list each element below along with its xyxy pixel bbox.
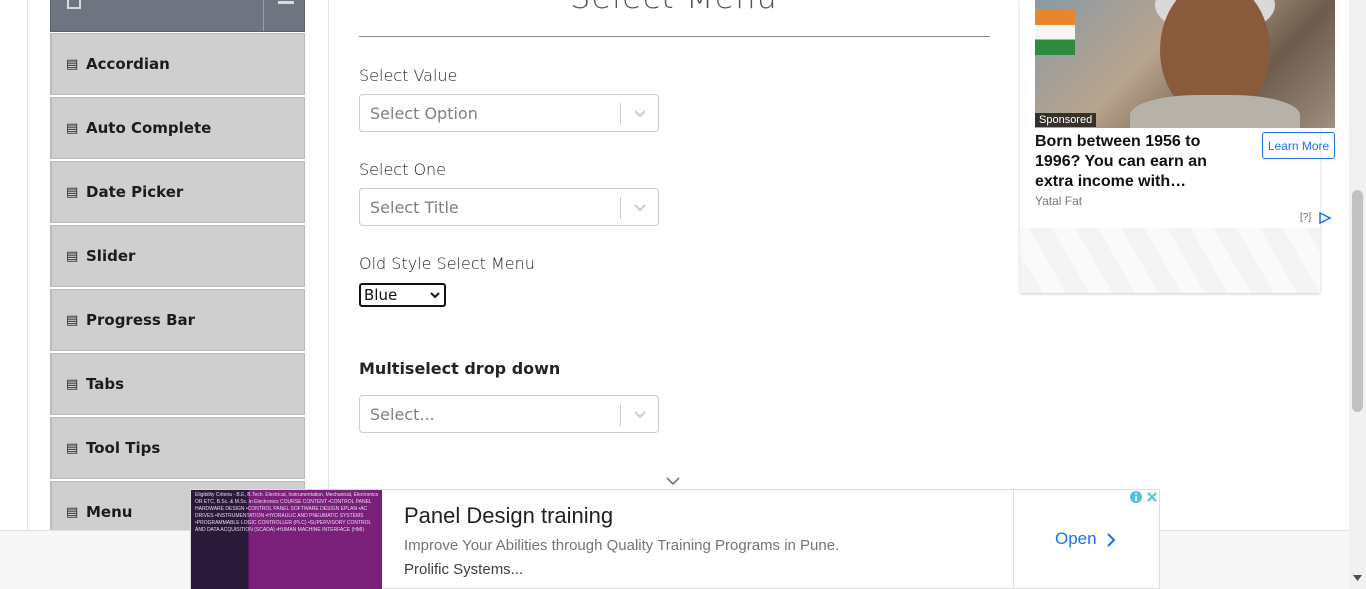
group-icon xyxy=(67,0,81,9)
indicator-separator xyxy=(620,197,621,219)
collapse-ad-chevron-icon[interactable] xyxy=(666,476,680,486)
sidebar-item-label: Date Picker xyxy=(86,183,184,201)
multiselect-placeholder: Select... xyxy=(370,405,435,424)
select-one-placeholder: Select Title xyxy=(370,198,459,217)
sidebar-group-header[interactable] xyxy=(50,0,305,32)
sidebar-item-auto-complete[interactable]: ▤ Auto Complete xyxy=(50,97,305,159)
sidebar-item-label: Tabs xyxy=(86,375,125,393)
ad-choices-label[interactable]: [?] xyxy=(1300,212,1311,223)
chevron-down-icon[interactable] xyxy=(634,201,646,213)
sidebar-item-label: Auto Complete xyxy=(86,119,212,137)
ad-bottom-title[interactable]: Panel Design training xyxy=(404,503,613,529)
ad-background-pattern xyxy=(1020,228,1320,293)
ad-image[interactable] xyxy=(1035,0,1335,128)
old-style-select[interactable]: Blue xyxy=(359,283,446,307)
select-one-label: Select One xyxy=(359,160,447,179)
sidebar-item-slider[interactable]: ▤ Slider xyxy=(50,225,305,287)
page-left-border xyxy=(27,0,28,589)
html5-icon: ▤ xyxy=(66,504,79,520)
sidebar-item-date-picker[interactable]: ▤ Date Picker xyxy=(50,161,305,223)
html5-icon: ▤ xyxy=(66,248,79,264)
indicator-separator xyxy=(620,103,621,125)
sponsored-badge: Sponsored xyxy=(1035,113,1097,127)
multiselect-dropdown[interactable]: Select... xyxy=(359,395,659,433)
close-icon[interactable] xyxy=(1145,490,1159,504)
sidebar-item-label: Slider xyxy=(86,247,136,265)
sidebar-item-tabs[interactable]: ▤ Tabs xyxy=(50,353,305,415)
ad-choices-icon[interactable] xyxy=(1318,212,1332,224)
ad-bottom-image[interactable]: Eligibility Criteria - B.E, B.Tech. Elec… xyxy=(191,490,382,589)
select-value-placeholder: Select Option xyxy=(370,104,478,123)
ad-bottom-description: Improve Your Abilities through Quality T… xyxy=(404,537,840,554)
html5-icon: ▤ xyxy=(66,56,79,72)
ad-image-sweater xyxy=(1130,95,1300,128)
old-style-label: Old Style Select Menu xyxy=(359,254,535,273)
sidebar-item-progress-bar[interactable]: ▤ Progress Bar xyxy=(50,289,305,351)
sidebar-item-label: Accordian xyxy=(86,55,170,73)
select-one-dropdown[interactable]: Select Title xyxy=(359,188,659,226)
chevron-down-icon[interactable] xyxy=(634,107,646,119)
select-value-dropdown[interactable]: Select Option xyxy=(359,94,659,132)
ad-bottom-image-text: Eligibility Criteria - B.E, B.Tech. Elec… xyxy=(195,492,379,533)
ad-headline[interactable]: Born between 1956 to 1996? You can earn … xyxy=(1035,132,1235,192)
ad-source[interactable]: Yatal Fat xyxy=(1035,194,1082,208)
bottom-banner-ad[interactable]: Eligibility Criteria - B.E, B.Tech. Elec… xyxy=(190,489,1160,589)
page-title: Select Menu xyxy=(570,0,778,16)
header-divider xyxy=(263,0,264,31)
sidebar-item-tool-tips[interactable]: ▤ Tool Tips xyxy=(50,417,305,479)
sidebar-item-label: Progress Bar xyxy=(86,311,196,329)
info-icon[interactable] xyxy=(1129,490,1143,504)
html5-icon: ▤ xyxy=(66,120,79,136)
old-style-value: Blue xyxy=(364,286,398,304)
html5-icon: ▤ xyxy=(66,376,79,392)
sidebar: ▤ Accordian ▤ Auto Complete ▤ Date Picke… xyxy=(50,0,305,530)
content-left-border xyxy=(328,0,329,530)
indicator-separator xyxy=(620,404,621,426)
title-divider xyxy=(359,36,990,37)
open-button[interactable]: Open xyxy=(1055,529,1097,549)
ad-bottom-divider xyxy=(1013,490,1014,589)
ad-image-flag xyxy=(1035,10,1075,55)
sidebar-ad[interactable]: Sponsored Born between 1956 to 1996? You… xyxy=(1020,0,1335,293)
html5-icon: ▤ xyxy=(66,184,79,200)
chevron-right-icon[interactable] xyxy=(1106,532,1116,548)
sidebar-item-label: Tool Tips xyxy=(86,439,161,457)
chevron-down-icon[interactable] xyxy=(634,408,646,420)
chevron-down-icon xyxy=(430,292,440,299)
multiselect-label: Multiselect drop down xyxy=(359,359,561,378)
html5-icon: ▤ xyxy=(66,312,79,328)
vertical-scrollbar[interactable] xyxy=(1349,0,1366,589)
sidebar-item-accordian[interactable]: ▤ Accordian xyxy=(50,33,305,95)
sidebar-item-label: Menu xyxy=(86,503,133,521)
scrollbar-thumb[interactable] xyxy=(1352,190,1363,412)
ad-bottom-source: Prolific Systems... xyxy=(404,561,524,578)
scroll-down-arrow-icon[interactable] xyxy=(1353,575,1362,581)
collapse-icon[interactable] xyxy=(278,1,294,4)
select-value-label: Select Value xyxy=(359,66,458,85)
learn-more-button[interactable]: Learn More xyxy=(1262,132,1335,159)
html5-icon: ▤ xyxy=(66,440,79,456)
